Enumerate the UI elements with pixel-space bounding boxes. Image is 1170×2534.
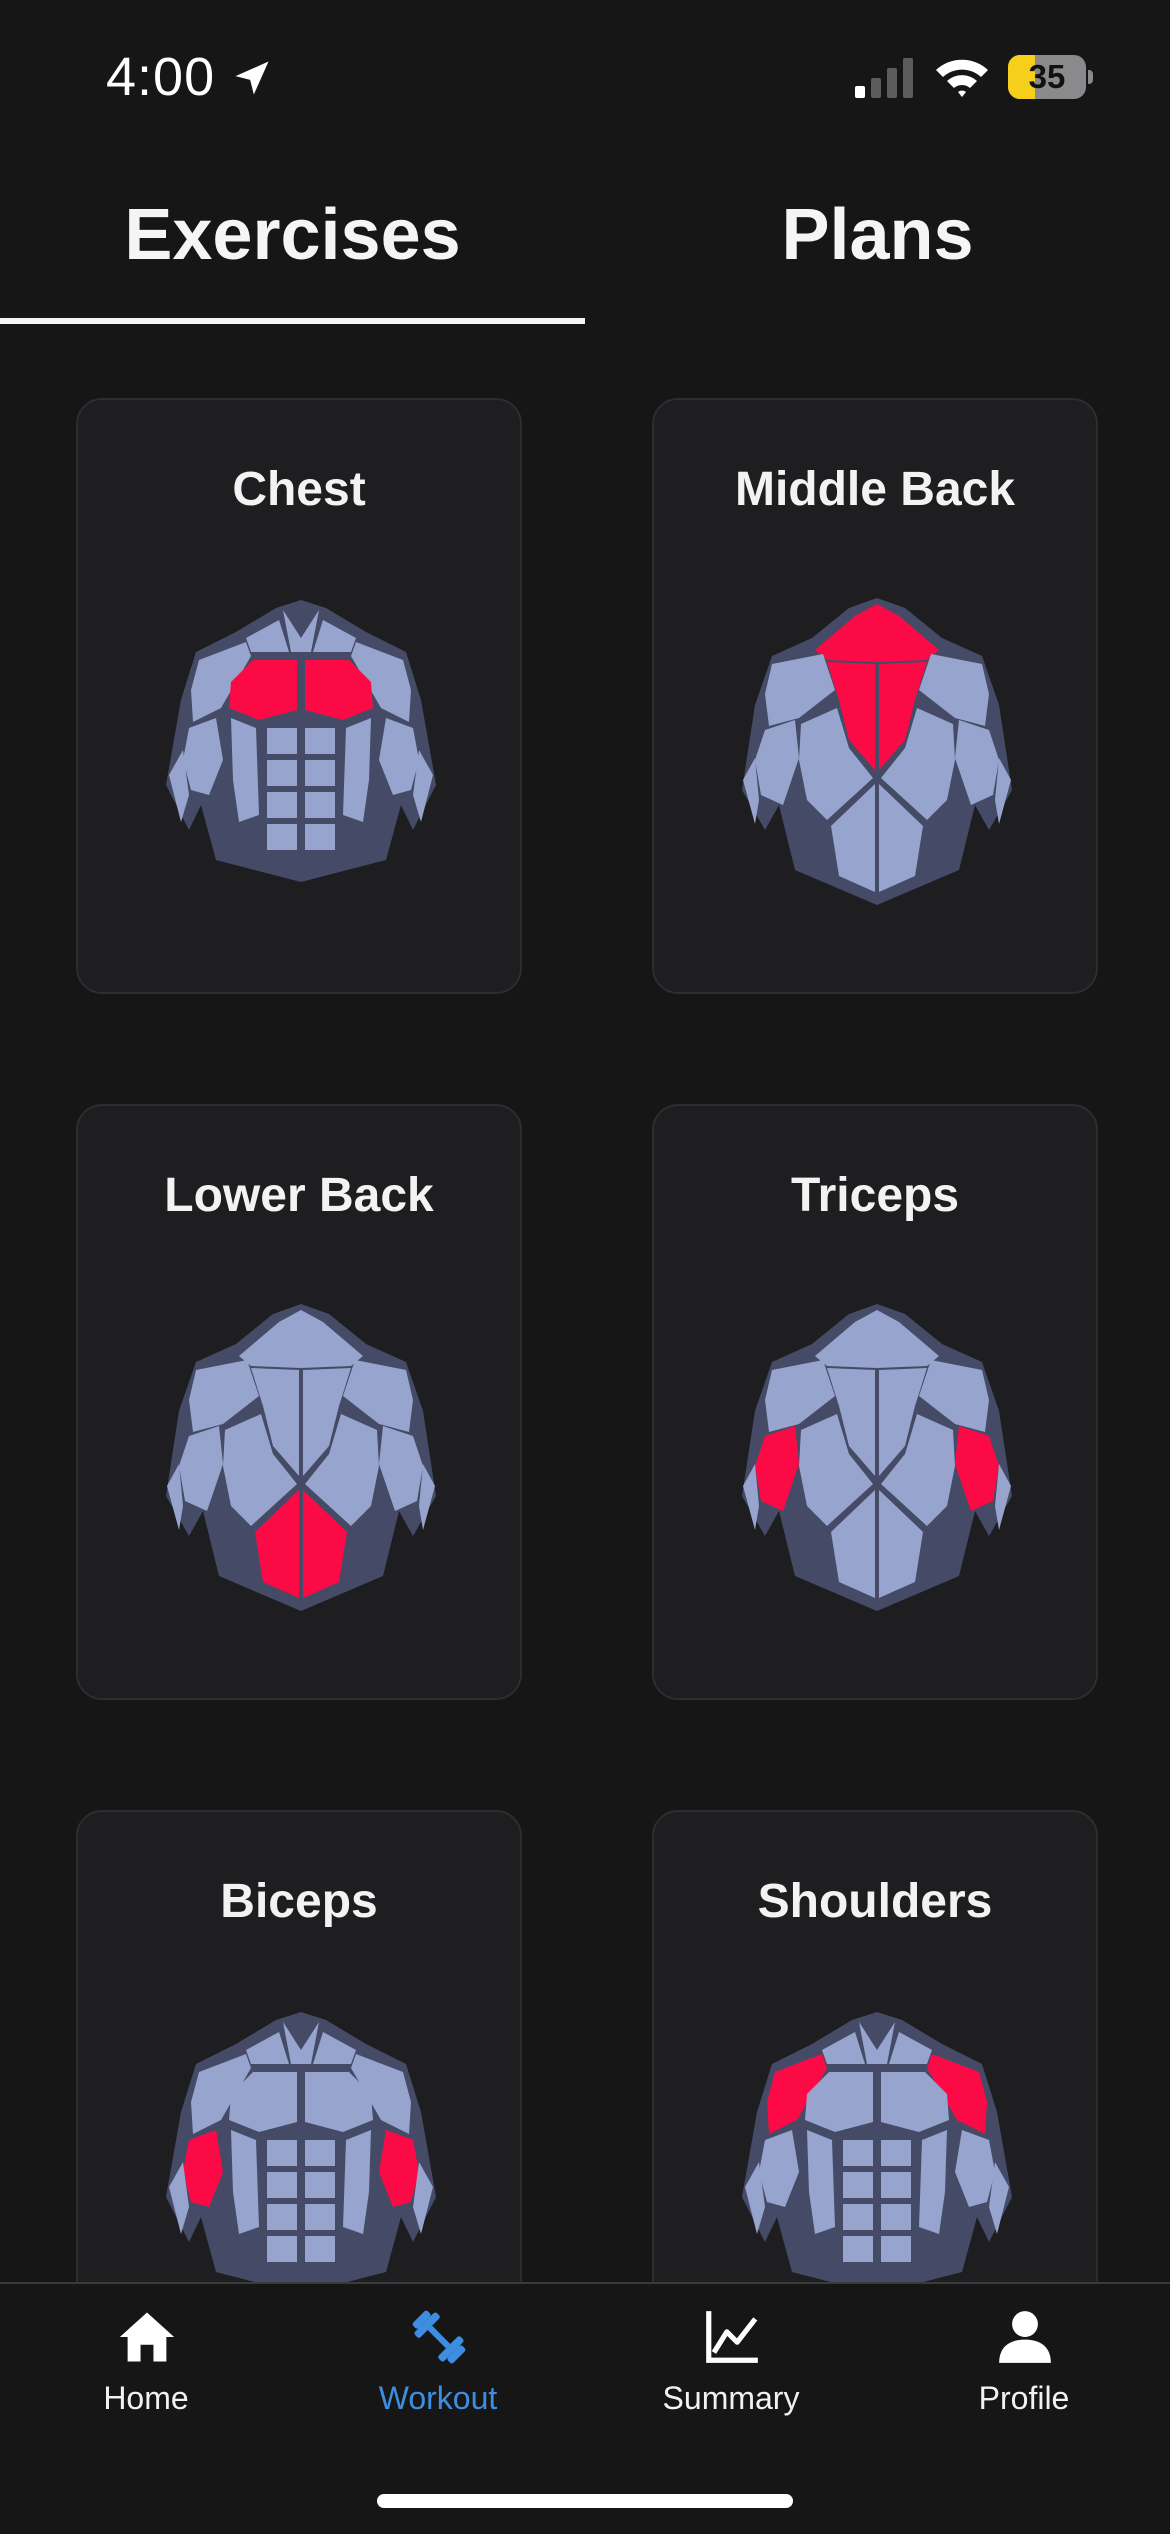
nav-label: Summary [662, 2380, 800, 2416]
status-bar: 4:00 35 [0, 0, 1170, 150]
ab-muscle [843, 2172, 873, 2198]
ab-muscle [267, 2140, 297, 2166]
muscle-card-lower-back[interactable]: Lower Back [76, 1104, 522, 1700]
ab-muscle [267, 2172, 297, 2198]
ab-muscle [267, 792, 297, 818]
ab-muscle [843, 2140, 873, 2166]
active-tab-indicator [0, 318, 585, 324]
muscle-card-biceps[interactable]: Biceps [76, 1810, 522, 2282]
lower-back-muscle-figure [166, 1304, 436, 1611]
muscle-group-grid: Chest Middle Back Lower Back Triceps Bic… [0, 398, 1170, 2282]
muscle-card-title: Middle Back [734, 463, 1016, 516]
ab-muscle [305, 792, 335, 818]
ab-muscle [881, 2236, 911, 2262]
nav-label: Workout [378, 2380, 498, 2416]
biceps-muscle-figure [166, 2012, 436, 2282]
muscle-card-title: Lower Back [164, 1169, 434, 1222]
muscle-card-title: Triceps [790, 1169, 960, 1222]
battery-indicator: 35 [1008, 55, 1093, 99]
nav-workout[interactable]: Workout [292, 2284, 584, 2454]
tab-exercises[interactable]: Exercises [0, 150, 585, 325]
nav-profile[interactable]: Profile [878, 2284, 1170, 2454]
location-arrow-icon [235, 61, 269, 95]
muscle-card-shoulders[interactable]: Shoulders [652, 1810, 1098, 2282]
ab-muscle [305, 760, 335, 786]
segment-tabs: Exercises Plans [0, 150, 1170, 325]
ab-muscle [305, 824, 335, 850]
muscle-card-middle-back[interactable]: Middle Back [652, 398, 1098, 994]
ab-muscle [267, 2204, 297, 2230]
triceps-muscle-figure [742, 1304, 1012, 1611]
nav-summary[interactable]: Summary [585, 2284, 877, 2454]
status-time: 4:00 [106, 47, 216, 107]
nav-label: Profile [978, 2380, 1070, 2416]
muscle-card-triceps[interactable]: Triceps [652, 1104, 1098, 1700]
ab-muscle [305, 728, 335, 754]
shoulders-muscle-figure [742, 2012, 1012, 2282]
chest-muscle-figure [166, 600, 436, 882]
person-icon [999, 2311, 1051, 2363]
ab-muscle [843, 2236, 873, 2262]
tab-plans[interactable]: Plans [585, 150, 1170, 325]
nav-label: Home [103, 2380, 189, 2416]
ab-muscle [305, 2204, 335, 2230]
wifi-icon [936, 59, 988, 97]
ab-muscle [305, 2172, 335, 2198]
home-indicator [377, 2494, 793, 2508]
cellular-signal-icon [855, 58, 913, 98]
chart-icon [706, 2311, 758, 2363]
ab-muscle [881, 2204, 911, 2230]
battery-percent: 35 [1028, 58, 1066, 95]
nav-home[interactable]: Home [0, 2284, 292, 2454]
muscle-card-title: Shoulders [757, 1875, 993, 1928]
muscle-card-chest[interactable]: Chest [76, 398, 522, 994]
ab-muscle [267, 728, 297, 754]
ab-muscle [843, 2204, 873, 2230]
home-icon [119, 2312, 175, 2362]
ab-muscle [881, 2140, 911, 2166]
ab-muscle [305, 2140, 335, 2166]
muscle-card-title: Chest [232, 463, 366, 516]
ab-muscle [267, 760, 297, 786]
dumbbell-icon [412, 2310, 466, 2364]
ab-muscle [881, 2172, 911, 2198]
middle-back-muscle-figure [742, 598, 1012, 905]
ab-muscle [305, 2236, 335, 2262]
ab-muscle [267, 824, 297, 850]
ab-muscle [267, 2236, 297, 2262]
muscle-card-title: Biceps [220, 1875, 378, 1928]
